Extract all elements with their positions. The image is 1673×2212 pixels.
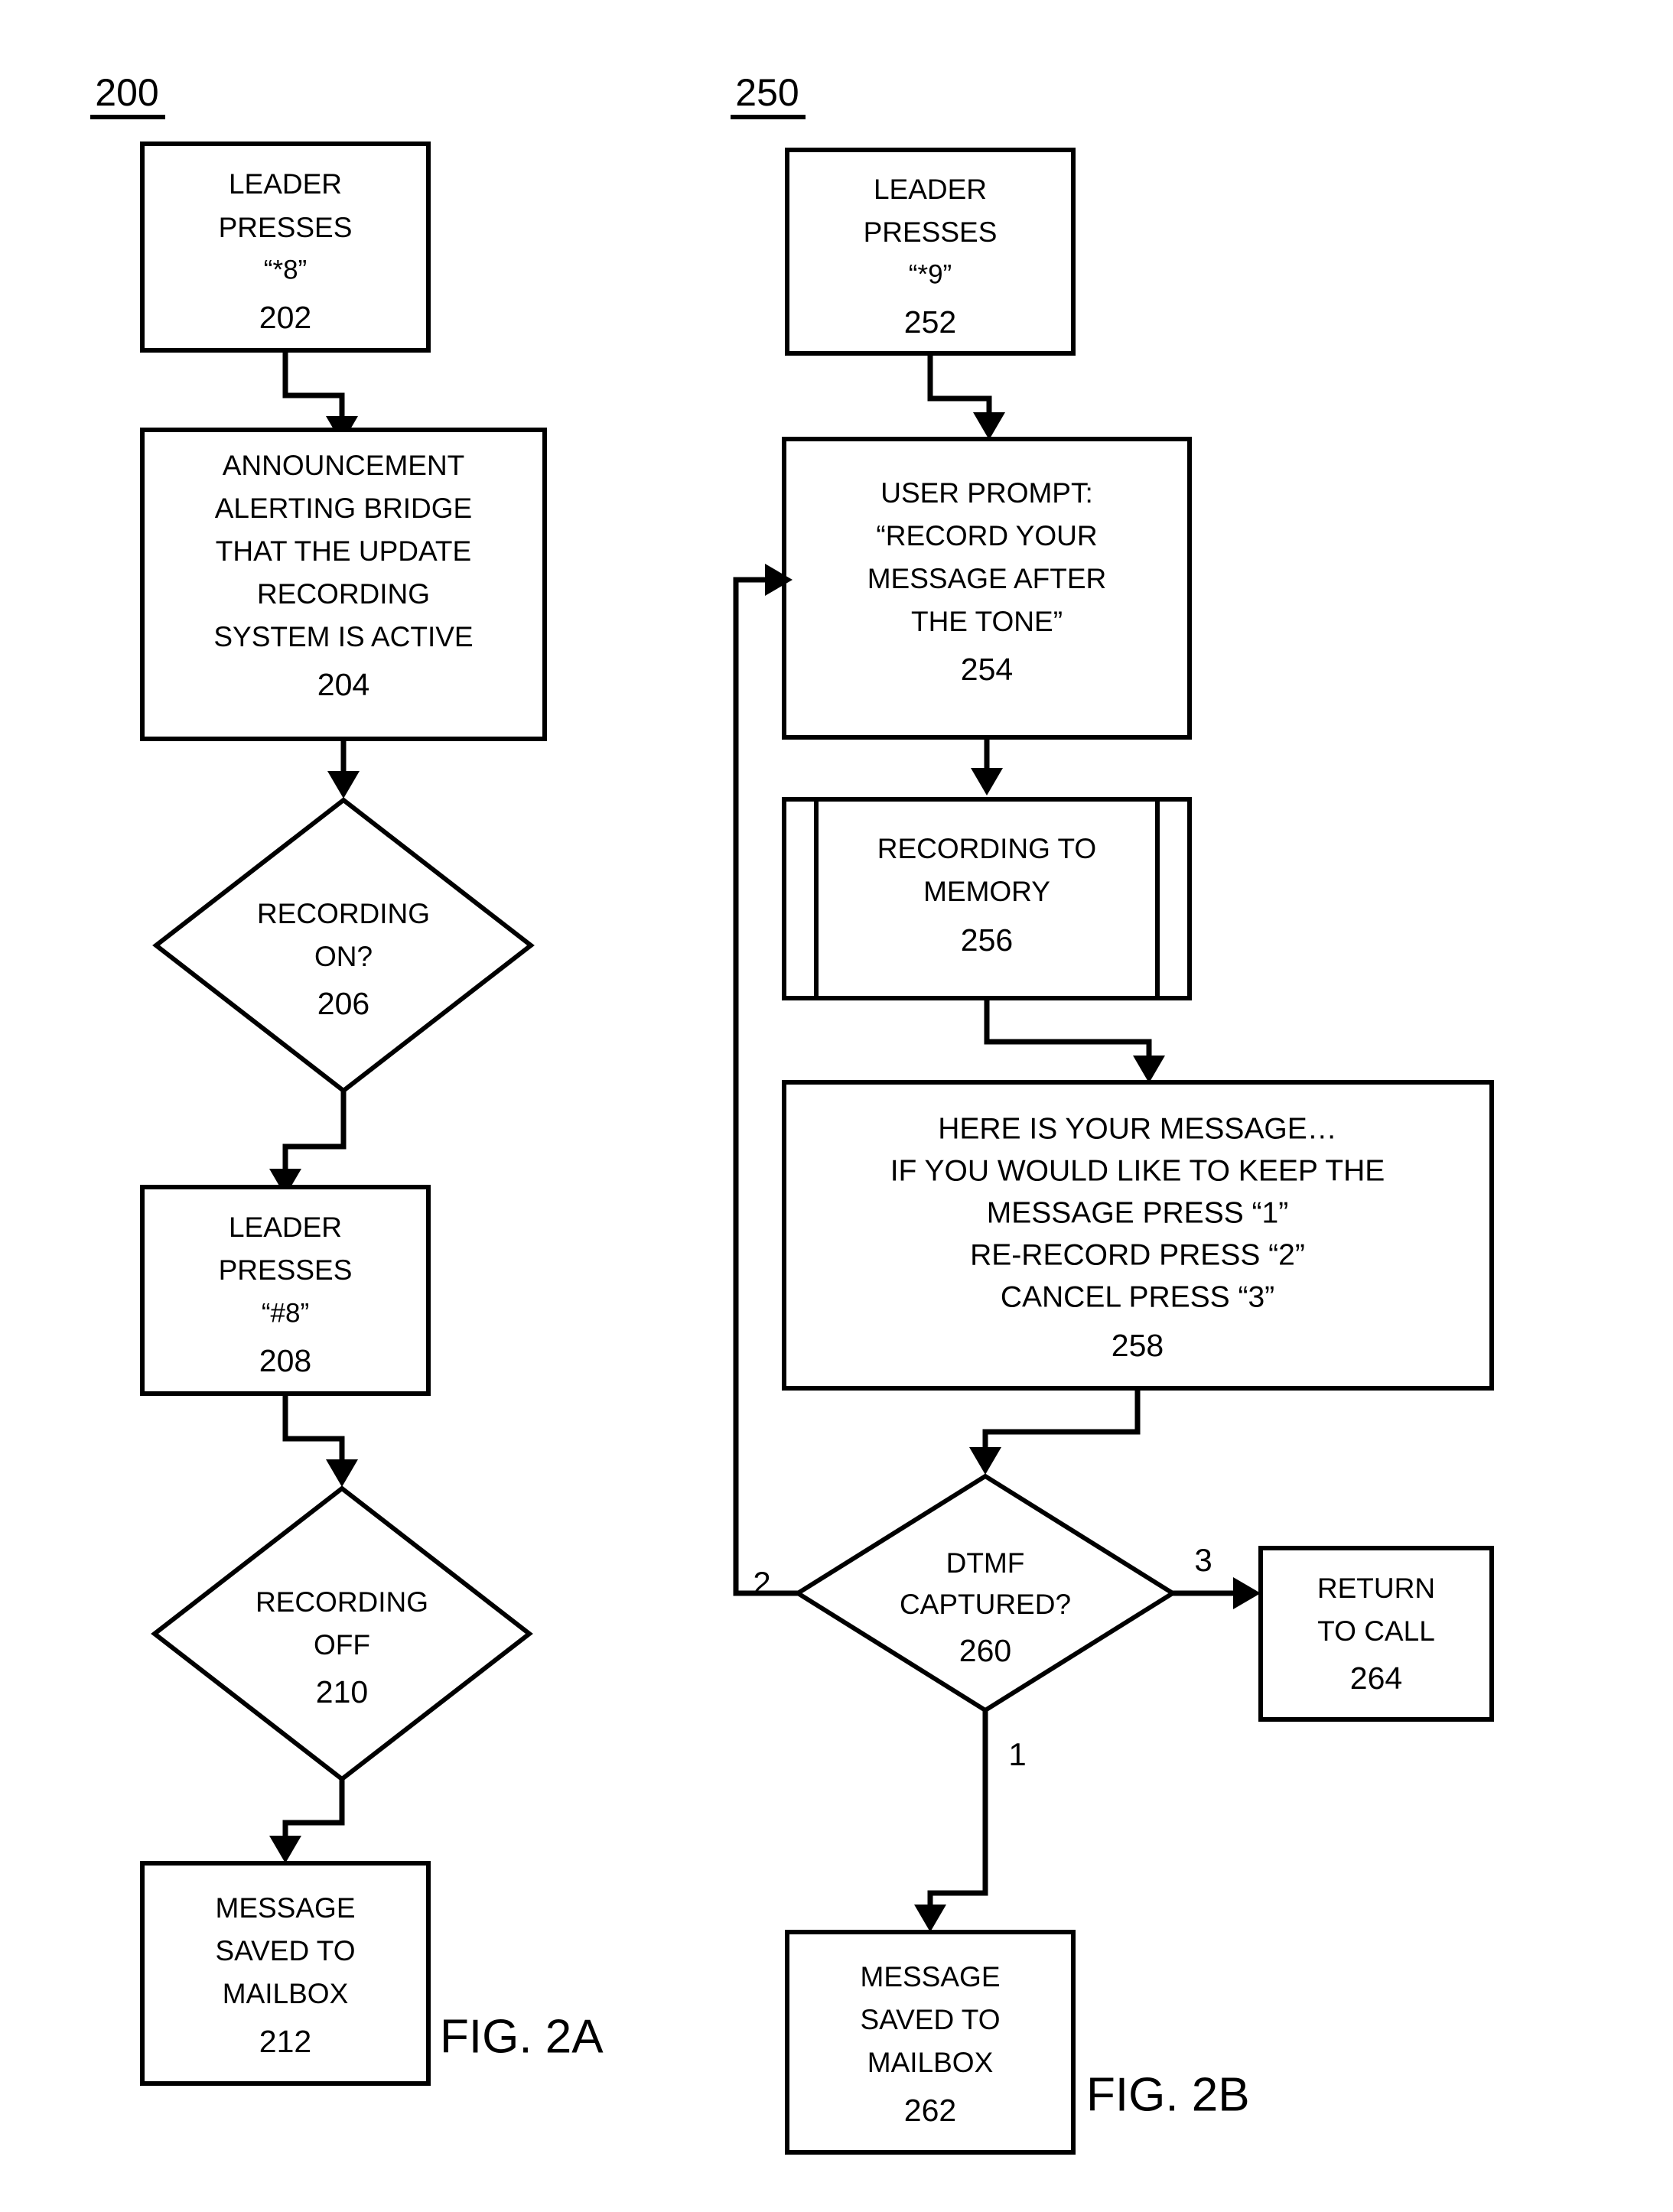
node-204-line-1: ALERTING BRIDGE [215,493,473,524]
node-258-ref: 258 [1112,1328,1164,1363]
connector-210-to-212 [269,1779,345,1863]
figure-2b-group: 250 LEADER PRESSES “*9” 252 USER PROMPT: [731,71,1494,2155]
node-252-ref: 252 [904,304,956,340]
node-206-ref: 206 [317,986,369,1021]
node-202-line-0: LEADER [229,168,342,200]
node-252: LEADER PRESSES “*9” 252 [785,148,1076,356]
node-258-line-0: HERE IS YOUR MESSAGE… [938,1112,1337,1145]
node-258-line-2: MESSAGE PRESS “1” [987,1196,1288,1229]
node-206-line-0: RECORDING [257,898,430,929]
branch-label-1: 1 [1008,1736,1026,1772]
node-204-line-3: RECORDING [257,578,430,610]
connector-206-to-208 [269,1091,347,1196]
node-260-line-0: DTMF [946,1547,1025,1579]
node-264-ref: 264 [1350,1661,1402,1696]
node-260-ref: 260 [959,1633,1011,1668]
node-256: RECORDING TO MEMORY 256 [782,797,1192,1000]
node-254-line-2: MESSAGE AFTER [867,563,1107,594]
arrowhead-258-260 [969,1447,1001,1475]
node-260-line-1: CAPTURED? [900,1589,1071,1620]
node-204-line-2: THAT THE UPDATE [216,535,471,567]
node-202: LEADER PRESSES “*8” 202 [140,142,431,353]
node-212-line-0: MESSAGE [216,1892,356,1924]
node-264-line-0: RETURN [1317,1573,1435,1604]
node-254-line-3: THE TONE” [911,606,1063,637]
node-202-ref: 202 [259,300,311,335]
node-256-line-0: RECORDING TO [877,833,1096,864]
node-258: HERE IS YOUR MESSAGE… IF YOU WOULD LIKE … [782,1080,1494,1391]
node-254-line-1: “RECORD YOUR [876,520,1097,551]
patent-figure-sheet: 200 LEADER PRESSES “*8” 202 ANNOUNCEMENT [0,0,1673,2212]
node-208: LEADER PRESSES “#8” 208 [140,1185,431,1396]
node-262-line-2: MAILBOX [867,2047,994,2078]
arrowhead-256-258 [1133,1056,1165,1083]
node-210-line-1: OFF [314,1629,370,1661]
node-258-line-4: CANCEL PRESS “3” [1001,1280,1274,1313]
connector-254-to-256 [971,737,1003,795]
arrowhead-204-206 [327,771,360,799]
node-264: RETURN TO CALL 264 [1258,1546,1494,1722]
node-204-line-0: ANNOUNCEMENT [223,450,465,481]
node-262-line-0: MESSAGE [861,1961,1001,1992]
arrowhead-260-264 [1233,1577,1261,1609]
node-202-line-2: “*8” [264,255,307,285]
node-208-line-0: LEADER [229,1212,342,1243]
node-256-line-1: MEMORY [923,876,1050,907]
figure-ref-200-text: 200 [95,71,158,114]
node-258-line-3: RE-RECORD PRESS “2” [970,1238,1305,1271]
figure-2a-group: 200 LEADER PRESSES “*8” 202 ANNOUNCEMENT [90,71,604,2086]
node-204: ANNOUNCEMENT ALERTING BRIDGE THAT THE UP… [140,428,547,741]
figure-ref-250: 250 [731,71,806,119]
node-206-line-1: ON? [314,941,373,972]
connector-256-to-258 [984,998,1165,1083]
node-254-line-0: USER PROMPT: [880,477,1093,509]
node-252-line-1: PRESSES [864,216,998,248]
connector-260-branch1-to-262: 1 [914,1710,1027,1932]
node-208-line-2: “#8” [262,1298,309,1328]
node-252-line-0: LEADER [874,174,987,205]
arrowhead-210-212 [269,1836,301,1863]
connector-208-to-210 [282,1394,358,1487]
connector-204-to-206 [327,739,360,799]
figure-2b-caption: FIG. 2B [1086,2068,1250,2121]
node-262-ref: 262 [904,2093,956,2128]
figure-2a-caption: FIG. 2A [440,2010,604,2063]
node-204-line-4: SYSTEM IS ACTIVE [213,621,473,652]
flowchart-canvas: 200 LEADER PRESSES “*8” 202 ANNOUNCEMENT [90,71,1494,2155]
connector-252-to-254 [927,353,1005,440]
node-256-ref: 256 [961,922,1013,958]
arrowhead-260-262 [914,1905,946,1932]
arrowhead-208-210 [326,1459,358,1487]
connector-260-branch3-to-264: 3 [1173,1542,1261,1609]
node-254: USER PROMPT: “RECORD YOUR MESSAGE AFTER … [782,437,1192,740]
node-262: MESSAGE SAVED TO MAILBOX 262 [785,1930,1076,2155]
node-252-line-2: “*9” [909,259,952,289]
node-260: DTMF CAPTURED? 260 [793,1473,1177,1713]
figure-ref-250-text: 250 [735,71,799,114]
node-210-line-0: RECORDING [256,1586,428,1618]
node-206: RECORDING ON? 206 [152,797,535,1094]
branch-label-3: 3 [1194,1542,1212,1578]
node-210-ref: 210 [316,1674,368,1709]
node-254-ref: 254 [961,652,1013,687]
node-262-line-1: SAVED TO [860,2004,1000,2035]
connector-258-to-260 [969,1388,1141,1475]
node-208-ref: 208 [259,1343,311,1378]
node-210: RECORDING OFF 210 [151,1485,533,1782]
node-204-ref: 204 [317,667,369,702]
figure-ref-200: 200 [90,71,165,119]
node-212: MESSAGE SAVED TO MAILBOX 212 [140,1861,431,2086]
branch-label-2: 2 [753,1565,770,1601]
node-202-line-1: PRESSES [219,212,353,243]
node-258-line-1: IF YOU WOULD LIKE TO KEEP THE [890,1154,1385,1187]
node-264-line-1: TO CALL [1317,1615,1435,1647]
node-212-line-2: MAILBOX [223,1978,349,2009]
arrowhead-252-254 [973,412,1005,440]
arrowhead-254-256 [971,768,1003,795]
node-208-line-1: PRESSES [219,1254,353,1286]
node-212-line-1: SAVED TO [215,1935,355,1966]
node-212-ref: 212 [259,2024,311,2059]
